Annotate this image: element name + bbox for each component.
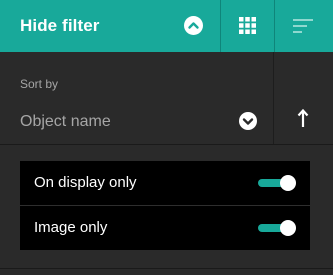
grid-icon	[239, 17, 256, 34]
filter-options-panel: On display only Image only	[20, 161, 310, 250]
filter-label-image-only: Image only	[34, 219, 108, 236]
image-only-toggle[interactable]	[258, 220, 296, 236]
filter-label-on-display: On display only	[34, 174, 137, 191]
grid-view-button[interactable]	[221, 0, 274, 52]
arrow-up-icon	[297, 108, 309, 127]
chevron-up-circle-icon	[184, 16, 203, 35]
filter-toolbar: Hide filter	[0, 0, 333, 52]
sort-section: Sort by Object name	[0, 52, 333, 144]
filter-sidebar: Hide filter Sort by Object name On displ…	[0, 0, 333, 275]
bottom-divider	[0, 268, 333, 269]
list-view-button[interactable]	[275, 0, 333, 52]
toggle-knob	[280, 175, 296, 191]
hide-filter-button[interactable]: Hide filter	[0, 0, 220, 52]
sort-selected-value: Object name	[20, 113, 111, 130]
sort-by-select[interactable]: Object name	[0, 104, 273, 138]
section-divider	[0, 144, 333, 145]
toggle-knob	[280, 220, 296, 236]
filter-row-image-only[interactable]: Image only	[20, 206, 310, 250]
sort-direction-button[interactable]	[274, 52, 333, 144]
filter-row-on-display[interactable]: On display only	[20, 161, 310, 205]
on-display-toggle[interactable]	[258, 175, 296, 191]
sort-by-label: Sort by	[20, 77, 59, 91]
hide-filter-label: Hide filter	[20, 16, 100, 35]
chevron-down-circle-icon	[239, 112, 257, 130]
sort-lines-icon	[293, 19, 313, 33]
